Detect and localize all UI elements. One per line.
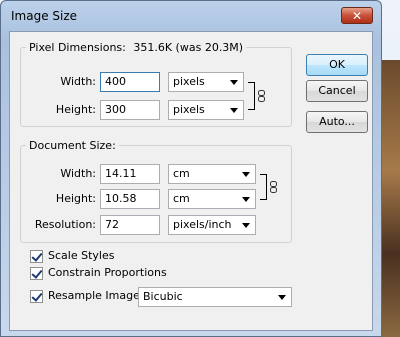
- resample-image-checkbox[interactable]: [30, 290, 43, 303]
- pixel-width-input[interactable]: 400: [100, 72, 160, 92]
- pixel-height-input[interactable]: 300: [100, 100, 160, 120]
- image-size-dialog: Image Size ✕ Pixel Dimensions: 351.6K (w…: [0, 0, 382, 337]
- resample-method-value: Bicubic: [143, 290, 183, 303]
- constrain-proportions-checkbox[interactable]: [30, 267, 43, 280]
- chevron-down-icon: [242, 197, 250, 202]
- pixel-dimensions-legend: Pixel Dimensions: 351.6K (was 20.3M): [26, 41, 247, 54]
- pixel-width-unit-select[interactable]: pixels: [168, 72, 244, 92]
- chain-link-icon: [258, 90, 265, 102]
- ok-button[interactable]: OK: [306, 54, 368, 76]
- chevron-down-icon: [230, 80, 238, 85]
- resolution-label: Resolution:: [34, 218, 96, 231]
- dialog-title: Image Size: [11, 9, 78, 23]
- document-width-unit-select[interactable]: cm: [168, 164, 256, 184]
- chevron-down-icon: [242, 172, 250, 177]
- chevron-down-icon: [230, 108, 238, 113]
- close-icon: ✕: [351, 8, 363, 23]
- pixel-link-bracket: [248, 82, 255, 110]
- document-width-input[interactable]: 14.11: [100, 164, 160, 184]
- close-button[interactable]: ✕: [341, 7, 373, 24]
- cancel-button[interactable]: Cancel: [306, 80, 368, 102]
- background-photo-right: [380, 60, 400, 337]
- resample-image-label: Resample Image:: [48, 289, 144, 302]
- document-width-label: Width:: [60, 167, 96, 180]
- pixel-height-unit-select[interactable]: pixels: [168, 100, 244, 120]
- dialog-body: Pixel Dimensions: 351.6K (was 20.3M) Wid…: [9, 31, 373, 331]
- pixel-dimensions-summary: 351.6K (was 20.3M): [133, 41, 244, 54]
- chain-link-icon: [270, 181, 277, 193]
- pixel-height-unit-value: pixels: [173, 103, 205, 116]
- document-width-unit-value: cm: [173, 167, 190, 180]
- document-height-unit-value: cm: [173, 192, 190, 205]
- document-height-label: Height:: [55, 192, 96, 205]
- constrain-proportions-label: Constrain Proportions: [48, 266, 167, 279]
- resolution-input[interactable]: 72: [100, 215, 160, 235]
- auto-button[interactable]: Auto...: [306, 111, 368, 133]
- scale-styles-checkbox[interactable]: [30, 250, 43, 263]
- pixel-width-label: Width:: [60, 75, 96, 88]
- document-height-unit-select[interactable]: cm: [168, 189, 256, 209]
- pixel-width-unit-value: pixels: [173, 75, 205, 88]
- pixel-dimensions-title: Pixel Dimensions:: [29, 41, 126, 54]
- chevron-down-icon: [278, 295, 286, 300]
- resolution-unit-select[interactable]: pixels/inch: [168, 215, 256, 235]
- resolution-unit-value: pixels/inch: [173, 218, 232, 231]
- title-bar[interactable]: Image Size ✕: [1, 1, 381, 31]
- document-height-input[interactable]: 10.58: [100, 189, 160, 209]
- chevron-down-icon: [242, 223, 250, 228]
- document-link-bracket: [260, 174, 267, 200]
- document-size-legend: Document Size:: [26, 139, 119, 152]
- resample-method-select[interactable]: Bicubic: [138, 287, 292, 307]
- scale-styles-label: Scale Styles: [48, 249, 115, 262]
- pixel-height-label: Height:: [55, 103, 96, 116]
